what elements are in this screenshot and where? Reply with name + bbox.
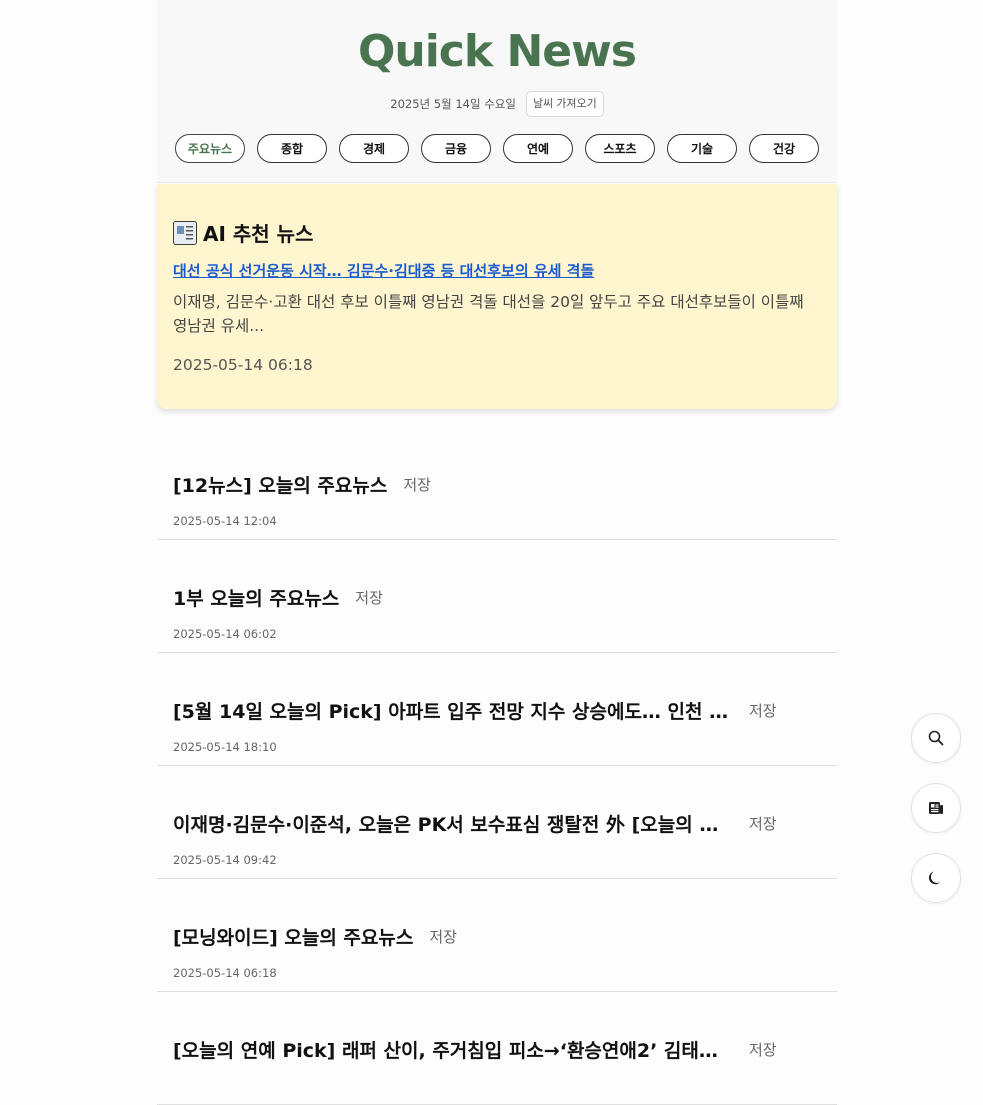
news-time: 2025-05-14 06:18 — [173, 966, 277, 980]
moon-icon — [928, 871, 941, 885]
tab-economy[interactable]: 경제 — [339, 134, 409, 163]
news-time: 2025-05-14 18:10 — [173, 740, 277, 754]
tab-health[interactable]: 건강 — [749, 134, 819, 163]
save-button[interactable]: 저장 — [749, 813, 777, 834]
newspaper-icon — [173, 220, 197, 245]
ai-news-time: 2025-05-14 06:18 — [173, 356, 313, 374]
dark-mode-button[interactable] — [911, 853, 961, 903]
news-item[interactable]: [오늘의 연예 Pick] 래퍼 산이, 주거침입 피소→‘환승연애2’ 김태이… — [157, 992, 837, 1105]
tab-entertainment[interactable]: 연예 — [503, 134, 573, 163]
news-item[interactable]: [모닝와이드] 오늘의 주요뉴스 저장 2025-05-14 06:18 — [157, 879, 837, 992]
tab-sports[interactable]: 스포츠 — [585, 134, 655, 163]
dateline: 2025년 5월 14일 수요일 날씨 가져오기 — [157, 91, 837, 117]
news-item[interactable]: 1부 오늘의 주요뉴스 저장 2025-05-14 06:02 — [157, 540, 837, 653]
news-title[interactable]: 1부 오늘의 주요뉴스 — [173, 584, 339, 611]
fetch-weather-button[interactable]: 날씨 가져오기 — [525, 91, 604, 117]
news-list: [12뉴스] 오늘의 주요뉴스 저장 2025-05-14 12:04 1부 오… — [157, 427, 837, 1105]
header: Quick News 2025년 5월 14일 수요일 날씨 가져오기 주요뉴스… — [157, 0, 837, 183]
search-icon — [928, 730, 944, 746]
save-button[interactable]: 저장 — [749, 700, 777, 721]
news-title[interactable]: [12뉴스] 오늘의 주요뉴스 — [173, 471, 387, 498]
page: Quick News 2025년 5월 14일 수요일 날씨 가져오기 주요뉴스… — [157, 0, 837, 1105]
ai-recommendation-card: AI 추천 뉴스 대선 공식 선거운동 시작… 김문수·김대중 등 대선후보의 … — [157, 184, 837, 409]
news-button[interactable] — [911, 783, 961, 833]
tab-tech[interactable]: 기술 — [667, 134, 737, 163]
search-button[interactable] — [911, 713, 961, 763]
ai-heading-label: AI 추천 뉴스 — [203, 222, 314, 246]
news-item[interactable]: [12뉴스] 오늘의 주요뉴스 저장 2025-05-14 12:04 — [157, 427, 837, 540]
tab-general[interactable]: 종합 — [257, 134, 327, 163]
ai-heading: AI 추천 뉴스 — [173, 218, 313, 247]
tab-finance[interactable]: 금융 — [421, 134, 491, 163]
news-time: 2025-05-14 12:04 — [173, 514, 277, 528]
current-date: 2025년 5월 14일 수요일 — [390, 97, 516, 111]
save-button[interactable]: 저장 — [429, 926, 457, 947]
news-time: 2025-05-14 06:02 — [173, 627, 277, 641]
news-title[interactable]: [5월 14일 오늘의 Pick] 아파트 입주 전망 지수 상승에도… 인천 … — [173, 697, 733, 724]
news-time: 2025-05-14 09:42 — [173, 853, 277, 867]
ai-news-summary: 이재명, 김문수·고환 대선 후보 이틀째 영남권 격돌 대선을 20일 앞두고… — [173, 293, 804, 335]
newspaper-icon — [929, 802, 943, 814]
save-button[interactable]: 저장 — [355, 587, 383, 608]
category-tabs: 주요뉴스 종합 경제 금융 연예 스포츠 기술 건강 — [175, 134, 819, 163]
news-title[interactable]: [모닝와이드] 오늘의 주요뉴스 — [173, 923, 413, 950]
news-item[interactable]: 이재명·김문수·이준석, 오늘은 PK서 보수표심 쟁탈전 外 [오늘의 주… … — [157, 766, 837, 879]
save-button[interactable]: 저장 — [403, 474, 431, 495]
news-title[interactable]: [오늘의 연예 Pick] 래퍼 산이, 주거침입 피소→‘환승연애2’ 김태이… — [173, 1036, 733, 1063]
tab-top-news[interactable]: 주요뉴스 — [175, 134, 245, 163]
ai-news-link[interactable]: 대선 공식 선거운동 시작… 김문수·김대중 등 대선후보의 유세 격돌 — [173, 260, 821, 281]
app-title: Quick News — [358, 26, 637, 77]
news-item[interactable]: [5월 14일 오늘의 Pick] 아파트 입주 전망 지수 상승에도… 인천 … — [157, 653, 837, 766]
news-title[interactable]: 이재명·김문수·이준석, 오늘은 PK서 보수표심 쟁탈전 外 [오늘의 주… — [173, 810, 733, 837]
save-button[interactable]: 저장 — [749, 1039, 777, 1060]
